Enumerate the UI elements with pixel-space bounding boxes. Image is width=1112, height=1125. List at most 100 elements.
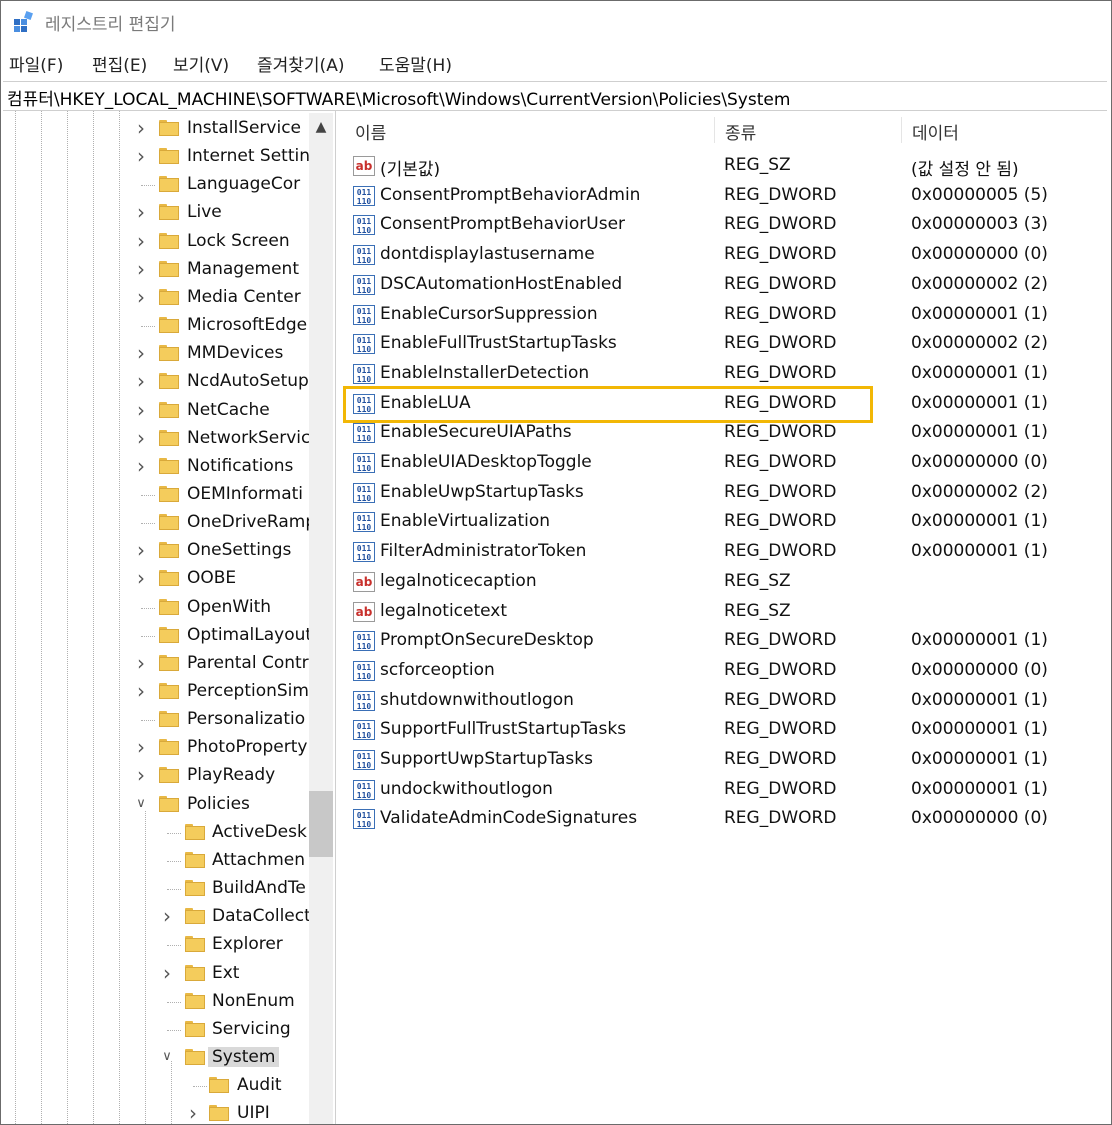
- tree-item[interactable]: › PlayReady: [1, 762, 335, 790]
- tree-item[interactable]: › NetworkServic: [1, 425, 335, 453]
- tree-item[interactable]: › NcdAutoSetup: [1, 368, 335, 396]
- menu-help[interactable]: 도움말(H): [379, 51, 452, 76]
- value-row[interactable]: 011 110 EnableInstallerDetection REG_DWORD 0…: [343, 359, 1111, 389]
- tree-item[interactable]: Attachmen: [1, 847, 335, 875]
- chevron-right-icon[interactable]: ›: [133, 231, 149, 251]
- value-row[interactable]: 011 110 SupportUwpStartupTasks REG_DWORD 0x0…: [343, 745, 1111, 775]
- value-row[interactable]: 011 110 ConsentPromptBehaviorAdmin REG_DWOR…: [343, 181, 1111, 211]
- chevron-right-icon[interactable]: ›: [159, 963, 175, 983]
- chevron-right-icon[interactable]: ›: [133, 400, 149, 420]
- tree-item-label: Live: [187, 202, 222, 223]
- column-header-type[interactable]: 종류: [725, 119, 756, 144]
- scroll-up-arrow-icon[interactable]: ▲: [309, 115, 333, 139]
- tree-item[interactable]: Explorer: [1, 931, 335, 959]
- value-row-enablelua[interactable]: 011 110 EnableLUA REG_DWORD 0x00000001 (1): [343, 389, 1111, 419]
- tree-item[interactable]: OptimalLayout: [1, 622, 335, 650]
- tree-item[interactable]: Servicing: [1, 1016, 335, 1044]
- chevron-right-icon[interactable]: ›: [133, 259, 149, 279]
- menu-file[interactable]: 파일(F): [9, 51, 63, 76]
- column-header-data[interactable]: 데이터: [912, 119, 959, 144]
- tree-item[interactable]: › Management: [1, 256, 335, 284]
- chevron-right-icon[interactable]: ›: [133, 681, 149, 701]
- chevron-down-icon[interactable]: ∨: [159, 1047, 175, 1067]
- chevron-right-icon[interactable]: ›: [159, 906, 175, 926]
- value-row[interactable]: 011 110 EnableFullTrustStartupTasks REG_DWO…: [343, 329, 1111, 359]
- menu-edit[interactable]: 편집(E): [92, 51, 147, 76]
- value-row[interactable]: 011 110 scforceoption REG_DWORD 0x00000000 (…: [343, 656, 1111, 686]
- tree-item[interactable]: OpenWith: [1, 594, 335, 622]
- value-row[interactable]: 011 110 EnableCursorSuppression REG_DWORD 0x…: [343, 300, 1111, 330]
- value-row[interactable]: 011 110 shutdownwithoutlogon REG_DWORD 0x000…: [343, 686, 1111, 716]
- tree-item[interactable]: NonEnum: [1, 988, 335, 1016]
- value-type: REG_DWORD: [724, 778, 837, 799]
- chevron-right-icon[interactable]: ›: [133, 765, 149, 785]
- value-row[interactable]: 011 110 dontdisplaylastusername REG_DWORD 0x…: [343, 240, 1111, 270]
- value-row[interactable]: 011 110 EnableUwpStartupTasks REG_DWORD 0x00…: [343, 478, 1111, 508]
- address-bar[interactable]: 컴퓨터\HKEY_LOCAL_MACHINE\SOFTWARE\Microsof…: [3, 81, 1107, 111]
- value-row[interactable]: 011 110 EnableVirtualization REG_DWORD 0x000…: [343, 507, 1111, 537]
- chevron-down-icon[interactable]: ∨: [133, 794, 149, 814]
- value-row[interactable]: 011 110 EnableUIADesktopToggle REG_DWORD 0x0…: [343, 448, 1111, 478]
- binary-value-icon: 011 110: [353, 542, 375, 563]
- tree-item[interactable]: › Ext: [1, 960, 335, 988]
- tree-item[interactable]: ∨ System: [1, 1044, 335, 1072]
- value-row[interactable]: ab (기본값) REG_SZ (값 설정 안 됨): [343, 151, 1111, 181]
- address-path[interactable]: 컴퓨터\HKEY_LOCAL_MACHINE\SOFTWARE\Microsof…: [7, 85, 790, 110]
- tree-item[interactable]: › Media Center: [1, 284, 335, 312]
- tree-item[interactable]: ∨ Policies: [1, 791, 335, 819]
- value-row[interactable]: 011 110 FilterAdministratorToken REG_DWORD 0…: [343, 537, 1111, 567]
- tree-item[interactable]: › Internet Settin: [1, 143, 335, 171]
- tree-item[interactable]: › PhotoProperty: [1, 734, 335, 762]
- column-header-name[interactable]: 이름: [355, 119, 386, 144]
- tree-item[interactable]: LanguageCor: [1, 171, 335, 199]
- tree-item[interactable]: › OOBE: [1, 565, 335, 593]
- chevron-right-icon[interactable]: ›: [133, 343, 149, 363]
- tree-item[interactable]: ActiveDesk: [1, 819, 335, 847]
- tree-item[interactable]: › Lock Screen: [1, 228, 335, 256]
- tree-item[interactable]: BuildAndTe: [1, 875, 335, 903]
- chevron-right-icon[interactable]: ›: [185, 1103, 201, 1123]
- tree-item[interactable]: › NetCache: [1, 397, 335, 425]
- chevron-right-icon[interactable]: ›: [133, 371, 149, 391]
- value-row[interactable]: 011 110 DSCAutomationHostEnabled REG_DWORD 0…: [343, 270, 1111, 300]
- chevron-right-icon[interactable]: ›: [133, 428, 149, 448]
- column-divider[interactable]: [901, 117, 902, 143]
- tree-item[interactable]: › UIPI: [1, 1100, 335, 1124]
- value-row[interactable]: ab legalnoticecaption REG_SZ: [343, 567, 1111, 597]
- chevron-right-icon[interactable]: ›: [133, 118, 149, 138]
- chevron-right-icon[interactable]: ›: [133, 568, 149, 588]
- value-type: REG_DWORD: [724, 659, 837, 680]
- chevron-right-icon[interactable]: ›: [133, 146, 149, 166]
- chevron-right-icon[interactable]: ›: [133, 202, 149, 222]
- tree-item[interactable]: › OneSettings: [1, 537, 335, 565]
- value-row[interactable]: 011 110 undockwithoutlogon REG_DWORD 0x00000…: [343, 775, 1111, 805]
- tree-item[interactable]: › Parental Contr: [1, 650, 335, 678]
- chevron-right-icon[interactable]: ›: [133, 287, 149, 307]
- tree-item[interactable]: Audit: [1, 1072, 335, 1100]
- value-row[interactable]: 011 110 ConsentPromptBehaviorUser REG_DWORD…: [343, 210, 1111, 240]
- chevron-right-icon[interactable]: ›: [133, 456, 149, 476]
- chevron-right-icon[interactable]: ›: [133, 653, 149, 673]
- tree-scroll-thumb[interactable]: [309, 791, 333, 857]
- tree-item[interactable]: › MMDevices: [1, 340, 335, 368]
- chevron-right-icon[interactable]: ›: [133, 737, 149, 757]
- value-row[interactable]: 011 110 SupportFullTrustStartupTasks REG_DW…: [343, 715, 1111, 745]
- tree-scrollbar[interactable]: [309, 113, 333, 1124]
- column-divider[interactable]: [714, 117, 715, 143]
- tree-item[interactable]: › Live: [1, 199, 335, 227]
- tree-item[interactable]: OEMInformati: [1, 481, 335, 509]
- value-row[interactable]: 011 110 PromptOnSecureDesktop REG_DWORD 0x00…: [343, 626, 1111, 656]
- chevron-right-icon[interactable]: ›: [133, 540, 149, 560]
- tree-item[interactable]: MicrosoftEdge: [1, 312, 335, 340]
- tree-item[interactable]: Personalizatio: [1, 706, 335, 734]
- tree-item[interactable]: › InstallService: [1, 115, 335, 143]
- value-row[interactable]: ab legalnoticetext REG_SZ: [343, 597, 1111, 627]
- tree-item[interactable]: › PerceptionSim: [1, 678, 335, 706]
- menu-favorites[interactable]: 즐겨찾기(A): [257, 51, 344, 76]
- tree-item[interactable]: › DataCollect: [1, 903, 335, 931]
- value-row[interactable]: 011 110 EnableSecureUIAPaths REG_DWORD 0x000…: [343, 418, 1111, 448]
- value-row[interactable]: 011 110 ValidateAdminCodeSignatures REG_DWO…: [343, 804, 1111, 834]
- tree-item[interactable]: › Notifications: [1, 453, 335, 481]
- tree-item[interactable]: OneDriveRamp: [1, 509, 335, 537]
- menu-view[interactable]: 보기(V): [173, 51, 229, 76]
